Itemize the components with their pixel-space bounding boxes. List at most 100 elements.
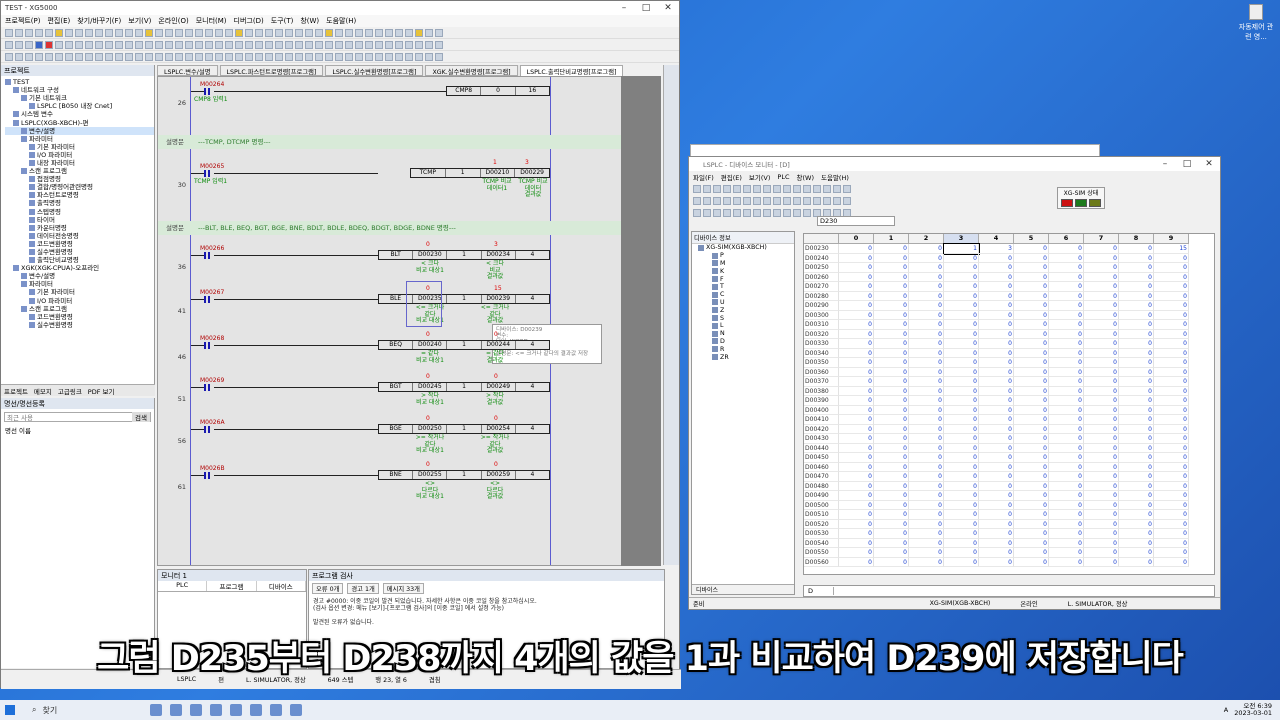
tree-item[interactable]: 카운터명령 [5, 224, 154, 232]
toolbar-button-icon[interactable] [833, 197, 841, 205]
grid-cell[interactable]: 0 [1154, 320, 1189, 330]
grid-cell[interactable]: 0 [1014, 310, 1049, 320]
grid-cell[interactable]: 0 [874, 462, 909, 472]
grid-cell[interactable]: 0 [944, 310, 979, 320]
grid-cell[interactable]: 0 [1154, 291, 1189, 301]
function-block[interactable]: TCMP 1 D00210 D00229 [410, 168, 550, 178]
tree-item[interactable]: 코드변환명령 [5, 313, 154, 321]
toolbar-button-icon[interactable] [135, 40, 143, 49]
device-tree-item[interactable]: S [692, 314, 794, 322]
grid-cell[interactable]: 0 [874, 253, 909, 263]
grid-cell[interactable]: 0 [1119, 405, 1154, 415]
grid-cell[interactable]: 0 [1014, 367, 1049, 377]
toolbar-button-icon[interactable] [295, 28, 303, 37]
toolbar-button-icon[interactable] [265, 52, 273, 61]
grid-cell[interactable]: 0 [1119, 500, 1154, 510]
grid-cell[interactable]: 0 [1084, 291, 1119, 301]
taskbar-search[interactable]: ⌕ 찾기 [28, 702, 138, 718]
edge-icon[interactable] [210, 704, 222, 716]
grid-cell[interactable]: 0 [1084, 434, 1119, 444]
grid-cell[interactable]: 0 [839, 348, 874, 358]
toolbar-button-icon[interactable] [175, 28, 183, 37]
grid-cell[interactable]: 0 [1119, 491, 1154, 501]
toolbar-button-icon[interactable] [295, 52, 303, 61]
grid-cell[interactable]: 0 [909, 339, 944, 349]
grid-cell[interactable]: 0 [1049, 282, 1084, 292]
app-icon[interactable] [230, 704, 242, 716]
grid-cell[interactable]: 0 [1119, 358, 1154, 368]
grid-cell[interactable]: 0 [839, 462, 874, 472]
toolbar-button-icon[interactable] [105, 40, 113, 49]
grid-cell[interactable]: 0 [1014, 348, 1049, 358]
language-indicator[interactable]: A [1224, 706, 1228, 714]
grid-cell[interactable]: 0 [1049, 348, 1084, 358]
grid-cell[interactable]: 0 [944, 339, 979, 349]
grid-cell[interactable]: 0 [979, 291, 1014, 301]
grid-cell[interactable]: 0 [944, 282, 979, 292]
explorer-icon[interactable] [170, 704, 182, 716]
grid-cell[interactable]: 0 [839, 310, 874, 320]
grid-cell[interactable]: 0 [1119, 548, 1154, 558]
grid-cell[interactable]: 0 [1154, 529, 1189, 539]
toolbar-button-icon[interactable] [405, 52, 413, 61]
editor-tab[interactable]: LSPLC.파스턴트로명령[프로그램] [219, 65, 324, 76]
toolbar-button-icon[interactable] [205, 52, 213, 61]
grid-cell[interactable]: 0 [874, 348, 909, 358]
grid-column-header[interactable] [804, 234, 839, 244]
grid-cell[interactable]: 0 [1084, 386, 1119, 396]
grid-cell[interactable]: 0 [874, 510, 909, 520]
grid-cell[interactable]: 0 [1084, 244, 1119, 254]
grid-cell[interactable]: 0 [1084, 462, 1119, 472]
grid-cell[interactable]: 0 [1014, 339, 1049, 349]
grid-cell[interactable]: 0 [909, 491, 944, 501]
device-tree-tab[interactable]: 디바이스 [692, 584, 794, 594]
toolbar-button-icon[interactable] [763, 197, 771, 205]
grid-cell[interactable]: 0 [1049, 329, 1084, 339]
grid-cell[interactable]: 0 [874, 424, 909, 434]
toolbar-button-icon[interactable] [295, 40, 303, 49]
toolbar-button-icon[interactable] [95, 40, 103, 49]
toolbar-button-icon[interactable] [405, 40, 413, 49]
toolbar-button-icon[interactable] [35, 28, 43, 37]
toolbar-button-icon[interactable] [235, 40, 243, 49]
toolbar-button-icon[interactable] [155, 52, 163, 61]
grid-cell[interactable]: 0 [1119, 396, 1154, 406]
grid-cell[interactable]: 0 [839, 500, 874, 510]
grid-cell[interactable]: 0 [944, 377, 979, 387]
device-value-grid[interactable]: 0 1 2 3 4 5 6 7 8 9 D00230 0 0 0 1 3 0 0 0 0 15 D00240 0 0 0 0 0 0 0… [803, 233, 1215, 575]
grid-cell[interactable]: 0 [1014, 301, 1049, 311]
grid-cell[interactable]: 0 [1014, 481, 1049, 491]
toolbar-button-icon[interactable] [195, 28, 203, 37]
grid-cell[interactable]: 0 [1084, 320, 1119, 330]
grid-cell[interactable]: 0 [1014, 358, 1049, 368]
grid-cell[interactable]: 0 [1049, 500, 1084, 510]
grid-cell[interactable]: 0 [979, 434, 1014, 444]
grid-cell[interactable]: 0 [909, 548, 944, 558]
grid-cell[interactable]: 0 [944, 386, 979, 396]
grid-cell[interactable]: 0 [1049, 358, 1084, 368]
grid-cell[interactable]: 0 [1014, 548, 1049, 558]
toolbar-button-icon[interactable] [45, 52, 53, 61]
comment-row[interactable]: 설명문 ---BLT, BLE, BEQ, BGT, BGE, BNE, BDLT… [158, 221, 622, 235]
grid-cell[interactable]: 0 [1154, 253, 1189, 263]
toolbar-button-icon[interactable] [773, 209, 781, 217]
toolbar-button-icon[interactable] [425, 40, 433, 49]
grid-cell[interactable]: 0 [839, 367, 874, 377]
toolbar-button-icon[interactable] [395, 52, 403, 61]
menu-item[interactable]: 도움말(H) [326, 16, 356, 26]
grid-cell[interactable]: 0 [1119, 424, 1154, 434]
grid-cell[interactable]: 0 [944, 491, 979, 501]
grid-cell[interactable]: 0 [839, 301, 874, 311]
grid-cell[interactable]: 0 [979, 263, 1014, 273]
grid-cell[interactable]: 0 [944, 253, 979, 263]
device-tree-root[interactable]: XG-SIM(XGB-XBCH) [692, 244, 794, 252]
grid-cell[interactable]: 0 [979, 462, 1014, 472]
toolbar-button-icon[interactable] [55, 40, 63, 49]
toolbar-button-icon[interactable] [135, 52, 143, 61]
grid-cell[interactable]: 0 [1049, 538, 1084, 548]
device-tree-item[interactable]: F [692, 275, 794, 283]
simulator-icon[interactable] [290, 704, 302, 716]
grid-cell[interactable]: 0 [1119, 434, 1154, 444]
grid-cell[interactable]: 0 [1049, 301, 1084, 311]
toolbar-button-icon[interactable] [265, 40, 273, 49]
